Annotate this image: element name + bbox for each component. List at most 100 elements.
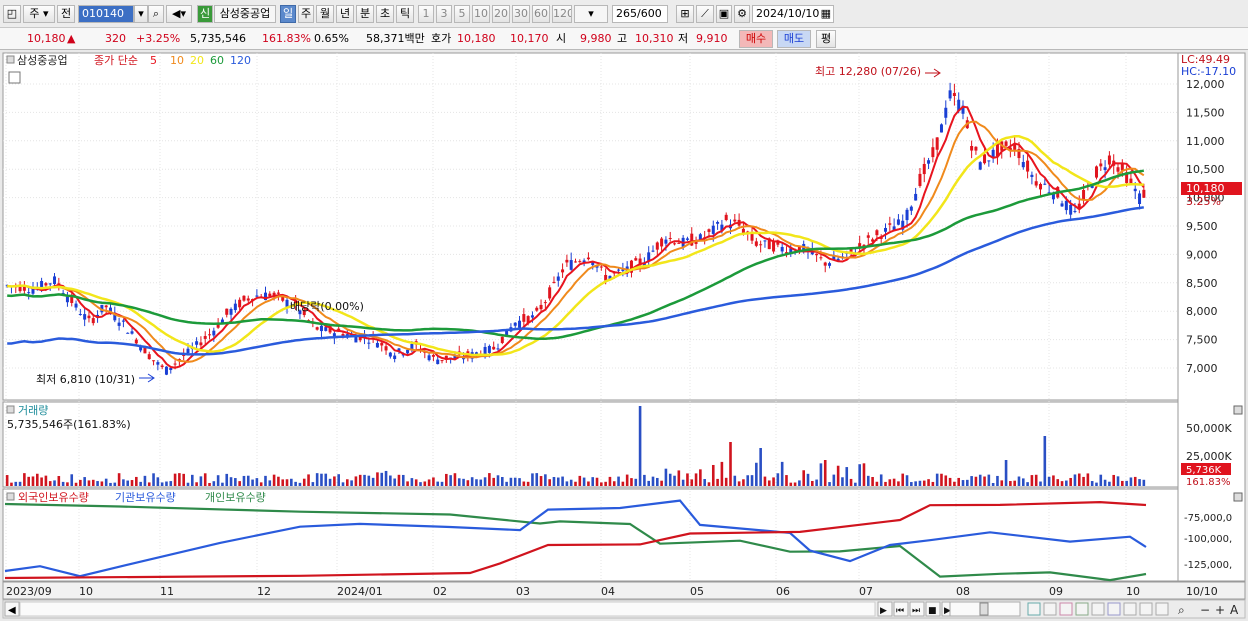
buy-button[interactable]: 매수 bbox=[739, 30, 773, 48]
investor-close-icon[interactable] bbox=[1233, 492, 1243, 502]
low-label: 저 bbox=[678, 32, 689, 45]
price-tick-label: 8,000 bbox=[1186, 305, 1218, 318]
prev-button[interactable]: 전 bbox=[57, 5, 75, 23]
investor-panel[interactable] bbox=[2, 488, 1179, 582]
candle-body bbox=[1142, 189, 1146, 198]
bottom-tool-button[interactable] bbox=[1139, 602, 1153, 616]
ask-label: 호가 bbox=[431, 32, 452, 45]
custom-interval-dropdown[interactable]: ▾ bbox=[574, 5, 608, 23]
candle-body bbox=[660, 238, 664, 247]
chart-type-icon[interactable]: ◰ bbox=[3, 5, 21, 23]
candle-body bbox=[233, 303, 237, 311]
volume-bar bbox=[165, 481, 168, 486]
minute-5[interactable]: 5 bbox=[454, 5, 470, 23]
interval-day[interactable]: 일 bbox=[280, 5, 296, 23]
interval-minute[interactable]: 분 bbox=[356, 5, 374, 23]
search-icon[interactable]: ⌕ bbox=[148, 5, 164, 23]
candle-body bbox=[496, 348, 500, 350]
speaker-icon[interactable]: ◀▾ bbox=[166, 5, 192, 23]
save-icon[interactable]: ▣ bbox=[716, 5, 732, 23]
candle-body bbox=[1099, 163, 1103, 167]
date-value: 2024/10/10 bbox=[756, 7, 820, 20]
minute-1[interactable]: 1 bbox=[418, 5, 434, 23]
interval-week[interactable]: 주 bbox=[298, 5, 314, 23]
minute-3[interactable]: 3 bbox=[436, 5, 452, 23]
bottom-tool-button[interactable] bbox=[1123, 602, 1137, 616]
candle-body bbox=[27, 292, 31, 294]
minute-60[interactable]: 60 bbox=[532, 5, 550, 23]
bottom-tool-button[interactable] bbox=[1059, 602, 1073, 616]
sell-button[interactable]: 매도 bbox=[777, 30, 811, 48]
volume-bar bbox=[1021, 478, 1025, 486]
volume-menu-icon[interactable] bbox=[6, 405, 15, 414]
volume-bar bbox=[272, 474, 276, 486]
gear-icon[interactable]: ⚙ bbox=[734, 5, 750, 23]
bottom-tool-button[interactable] bbox=[1155, 602, 1169, 616]
period-dropdown[interactable]: 주 ▾ bbox=[23, 5, 55, 23]
grid-toggle-icon[interactable] bbox=[8, 71, 21, 84]
bottom-tool-button[interactable] bbox=[1091, 602, 1105, 616]
interval-tick[interactable]: 틱 bbox=[396, 5, 414, 23]
volume-bar bbox=[397, 474, 401, 486]
candle-body bbox=[1082, 189, 1086, 200]
nav-button-icon: ⏭ bbox=[912, 606, 920, 616]
candle-body bbox=[431, 354, 435, 357]
panel-menu-icon[interactable] bbox=[6, 55, 15, 64]
interval-month[interactable]: 월 bbox=[316, 5, 334, 23]
candle-body bbox=[543, 302, 547, 304]
bottom-tool-button[interactable] bbox=[1043, 602, 1057, 616]
volume-bar bbox=[281, 479, 285, 486]
volume-bar bbox=[776, 473, 780, 486]
eval-button[interactable]: 평 bbox=[816, 30, 836, 48]
volume-bar bbox=[156, 477, 160, 486]
volume-bar bbox=[488, 473, 491, 486]
draw-tool-icon[interactable]: ⟋ bbox=[696, 5, 714, 23]
interval-year[interactable]: 년 bbox=[336, 5, 354, 23]
stock-code-input[interactable]: 010140 bbox=[78, 5, 134, 23]
zoom-slider-handle[interactable] bbox=[979, 602, 989, 616]
volume-bar bbox=[436, 481, 440, 486]
volume-bar bbox=[1103, 479, 1107, 486]
calendar-icon[interactable]: ▦ bbox=[821, 6, 831, 22]
volume-bar bbox=[501, 477, 504, 486]
volume-bar bbox=[35, 473, 39, 486]
candle-body bbox=[707, 229, 711, 232]
candle-body bbox=[195, 341, 199, 345]
price-tick-label: 12,000 bbox=[1186, 78, 1225, 91]
chart-tools-icon[interactable]: ⊞ bbox=[676, 5, 694, 23]
volume-bar bbox=[277, 476, 280, 486]
interval-second[interactable]: 초 bbox=[376, 5, 394, 23]
minute-120[interactable]: 120 bbox=[552, 5, 572, 23]
code-dropdown-icon[interactable]: ▾ bbox=[134, 5, 148, 23]
zoom-button[interactable]: − bbox=[1200, 603, 1210, 617]
horizontal-scrollbar[interactable] bbox=[19, 601, 876, 617]
minute-30[interactable]: 30 bbox=[512, 5, 530, 23]
volume-bar bbox=[302, 478, 306, 486]
volume-bar bbox=[259, 482, 263, 486]
price-panel[interactable] bbox=[2, 52, 1179, 401]
investor-menu-icon[interactable] bbox=[6, 492, 15, 501]
volume-close-icon[interactable] bbox=[1233, 405, 1243, 415]
minute-10[interactable]: 10 bbox=[472, 5, 490, 23]
volume-bar bbox=[690, 479, 694, 486]
bottom-tool-button[interactable] bbox=[1107, 602, 1121, 616]
minute-20[interactable]: 20 bbox=[492, 5, 510, 23]
volume-bar bbox=[1004, 460, 1008, 486]
bottom-tool-button[interactable] bbox=[1075, 602, 1089, 616]
volume-bar bbox=[742, 479, 745, 486]
x-axis-label: 04 bbox=[601, 585, 615, 598]
zoom-button[interactable]: + bbox=[1215, 603, 1225, 617]
volume-bar bbox=[862, 463, 866, 486]
zoom-button[interactable]: A bbox=[1230, 603, 1239, 617]
count-field[interactable]: 265/600 bbox=[612, 5, 668, 23]
volume-bar bbox=[255, 478, 259, 486]
volume-bar bbox=[707, 482, 711, 486]
volume-bar bbox=[828, 482, 831, 486]
date-field[interactable]: 2024/10/10 ▦ bbox=[752, 5, 834, 23]
bottom-tools: − + A ⌕ bbox=[1027, 602, 1239, 617]
volume-bar bbox=[1082, 476, 1085, 486]
bottom-tool-button[interactable] bbox=[1027, 602, 1041, 616]
volume-bar bbox=[793, 482, 797, 486]
candle-body bbox=[1021, 162, 1025, 168]
volume-bar bbox=[526, 481, 530, 486]
